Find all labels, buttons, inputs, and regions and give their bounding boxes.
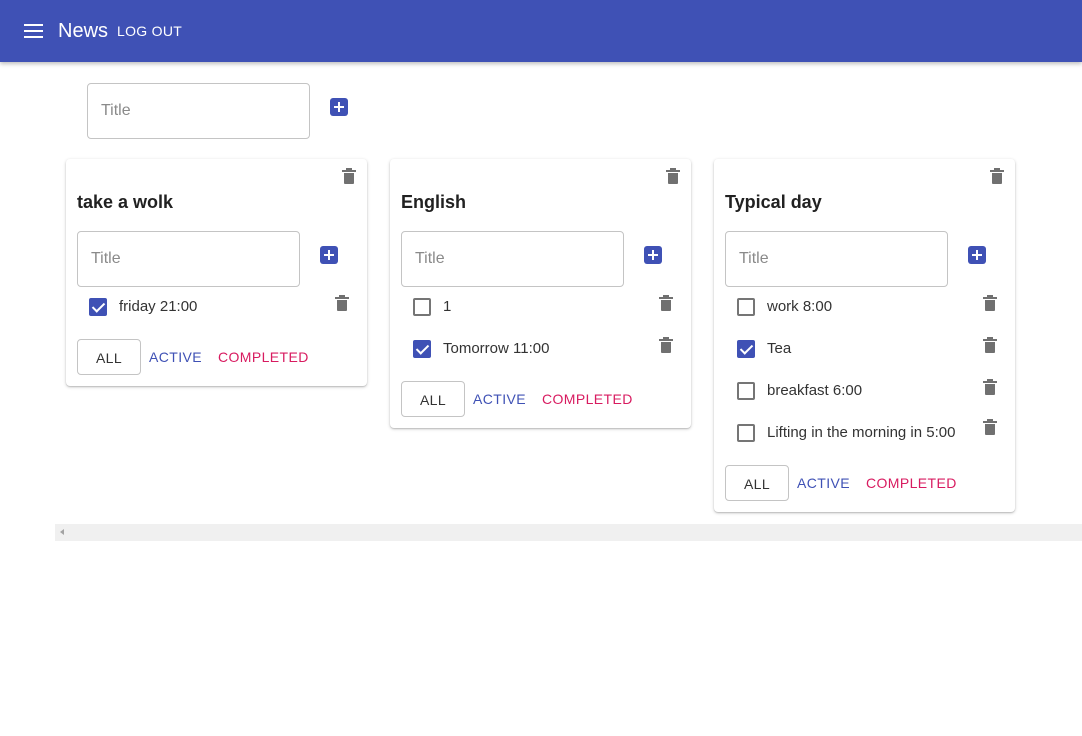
add-list-icon[interactable] — [330, 98, 348, 116]
app-bar: News LOG OUT — [0, 0, 1082, 62]
task-checkbox[interactable] — [737, 424, 755, 442]
task-label: Lifting in the morning in 5:00 — [767, 424, 956, 441]
delete-list-trash-icon[interactable] — [990, 168, 1004, 185]
task-item: friday 21:00 — [89, 295, 359, 319]
delete-task-trash-icon[interactable] — [335, 295, 349, 312]
horizontal-scrollbar[interactable] — [55, 524, 1082, 541]
task-checkbox[interactable] — [413, 340, 431, 358]
filter-active-button[interactable]: ACTIVE — [797, 465, 850, 501]
delete-list-trash-icon[interactable] — [342, 168, 356, 185]
filter-all-button[interactable]: ALL — [725, 465, 789, 501]
task-label: Tomorrow 11:00 — [443, 340, 550, 357]
task-checkbox[interactable] — [413, 298, 431, 316]
menu-icon[interactable] — [21, 21, 47, 41]
task-title-input[interactable] — [726, 232, 947, 286]
list-title: Typical day — [725, 192, 822, 212]
list-title: take a wolk — [77, 192, 174, 212]
delete-task-trash-icon[interactable] — [659, 295, 673, 312]
filter-completed-button[interactable]: COMPLETED — [218, 339, 309, 375]
delete-task-trash-icon[interactable] — [983, 379, 997, 396]
todo-list-card: Typical day work 8:00 Tea breakfast 6:00… — [714, 159, 1015, 512]
logout-button[interactable]: LOG OUT — [117, 23, 182, 39]
delete-list-trash-icon[interactable] — [666, 168, 680, 185]
task-label: work 8:00 — [767, 298, 833, 315]
filter-all-button[interactable]: ALL — [401, 381, 465, 417]
task-label: Tea — [767, 340, 792, 357]
task-label: 1 — [443, 298, 452, 315]
app-title: News — [58, 20, 109, 42]
task-title-input[interactable] — [78, 232, 299, 286]
task-label: friday 21:00 — [119, 298, 198, 315]
task-item: Lifting in the morning in 5:00 — [737, 419, 1007, 445]
task-item: Tea — [737, 337, 1007, 361]
filter-completed-button[interactable]: COMPLETED — [542, 381, 633, 417]
new-list-title-input[interactable] — [88, 84, 309, 138]
todo-list-card: English 1 Tomorrow 11:00 ALL ACTIVE COMP… — [390, 159, 691, 428]
new-list-title-field[interactable] — [87, 83, 310, 139]
task-title-field[interactable] — [725, 231, 948, 287]
task-item: breakfast 6:00 — [737, 379, 1007, 403]
task-item: Tomorrow 11:00 — [413, 337, 683, 361]
add-task-icon[interactable] — [320, 246, 338, 264]
task-checkbox[interactable] — [737, 298, 755, 316]
delete-task-trash-icon[interactable] — [983, 295, 997, 312]
task-item: work 8:00 — [737, 295, 1007, 319]
task-title-field[interactable] — [401, 231, 624, 287]
todo-list-card: take a wolk friday 21:00 ALL ACTIVE COMP… — [66, 159, 367, 386]
delete-task-trash-icon[interactable] — [983, 337, 997, 354]
task-title-input[interactable] — [402, 232, 623, 286]
scroll-left-arrow-icon[interactable] — [60, 529, 64, 535]
filter-active-button[interactable]: ACTIVE — [473, 381, 526, 417]
list-title: English — [401, 192, 467, 212]
add-task-icon[interactable] — [968, 246, 986, 264]
filter-completed-button[interactable]: COMPLETED — [866, 465, 957, 501]
task-item: 1 — [413, 295, 683, 319]
filter-all-button[interactable]: ALL — [77, 339, 141, 375]
delete-task-trash-icon[interactable] — [983, 419, 997, 436]
filter-active-button[interactable]: ACTIVE — [149, 339, 202, 375]
add-task-icon[interactable] — [644, 246, 662, 264]
task-checkbox[interactable] — [89, 298, 107, 316]
task-title-field[interactable] — [77, 231, 300, 287]
delete-task-trash-icon[interactable] — [659, 337, 673, 354]
task-checkbox[interactable] — [737, 340, 755, 358]
task-checkbox[interactable] — [737, 382, 755, 400]
task-label: breakfast 6:00 — [767, 382, 863, 399]
